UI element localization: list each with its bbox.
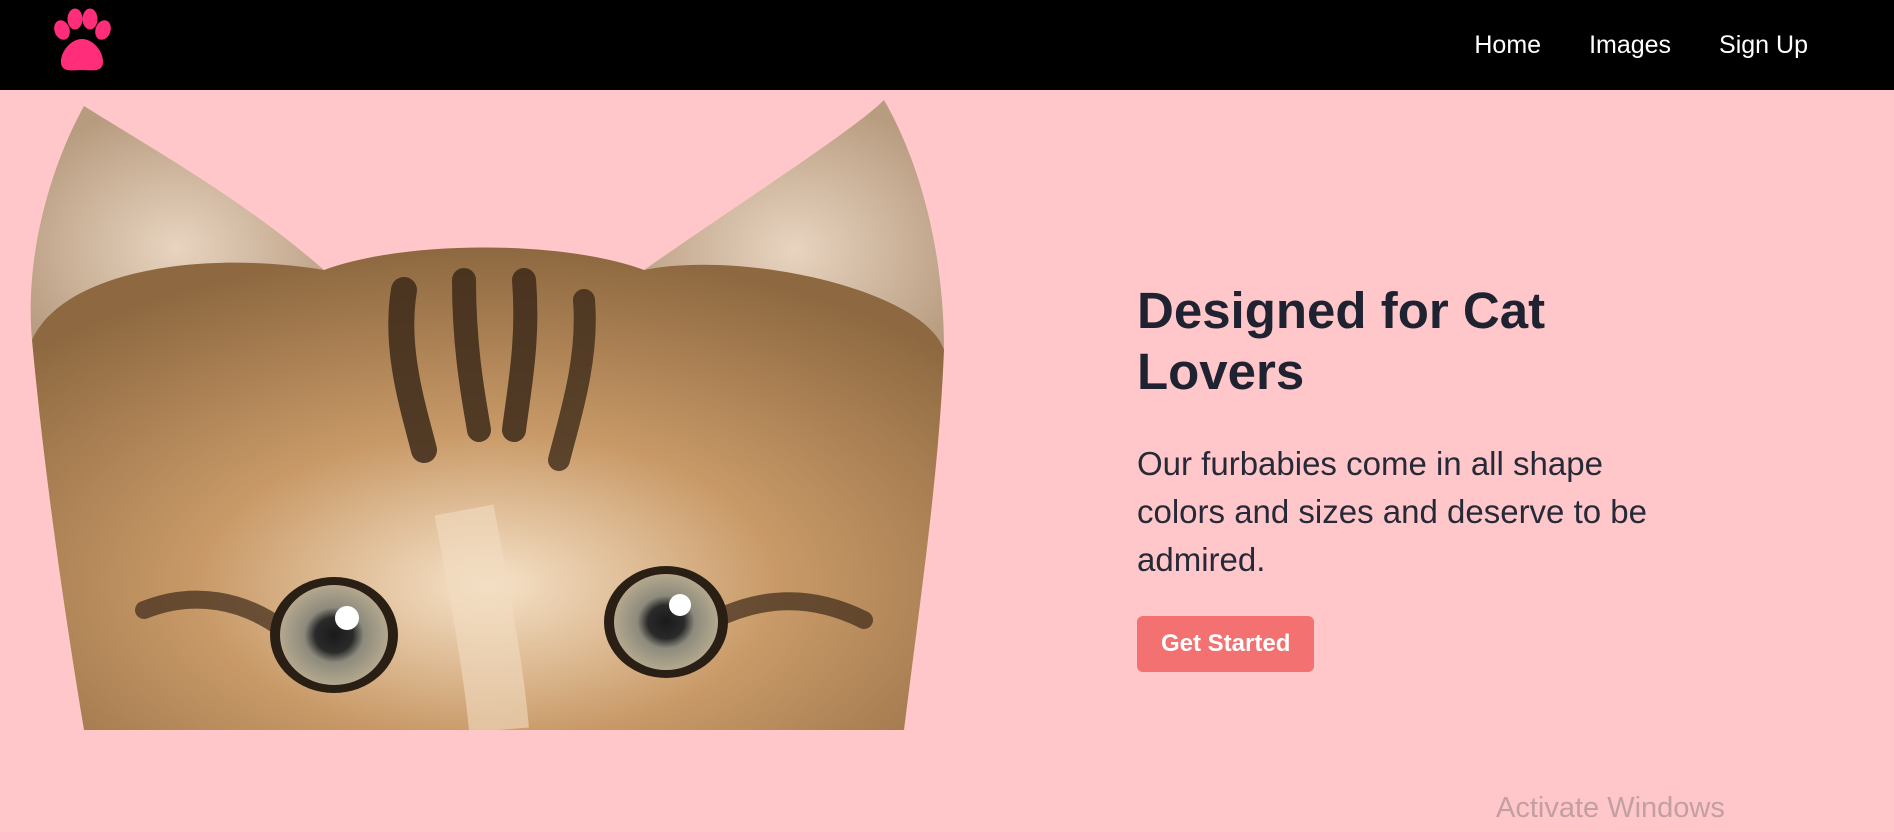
hero-text: Designed for Cat Lovers Our furbabies co… bbox=[1137, 280, 1657, 672]
nav-links: Home Images Sign Up bbox=[1474, 0, 1808, 90]
hero-subtitle: Our furbabies come in all shape colors a… bbox=[1137, 445, 1647, 578]
kitten-photo bbox=[30, 100, 944, 730]
paw-icon[interactable] bbox=[44, 6, 120, 82]
activate-windows-watermark: Activate Windows bbox=[1496, 792, 1725, 824]
nav-link-sign-up[interactable]: Sign Up bbox=[1719, 31, 1808, 60]
get-started-button[interactable]: Get Started bbox=[1137, 616, 1315, 672]
hero-title: Designed for Cat Lovers bbox=[1137, 282, 1546, 400]
nav-link-home[interactable]: Home bbox=[1474, 31, 1541, 60]
top-navbar: Home Images Sign Up bbox=[0, 0, 1894, 90]
nav-link-images[interactable]: Images bbox=[1589, 31, 1671, 60]
